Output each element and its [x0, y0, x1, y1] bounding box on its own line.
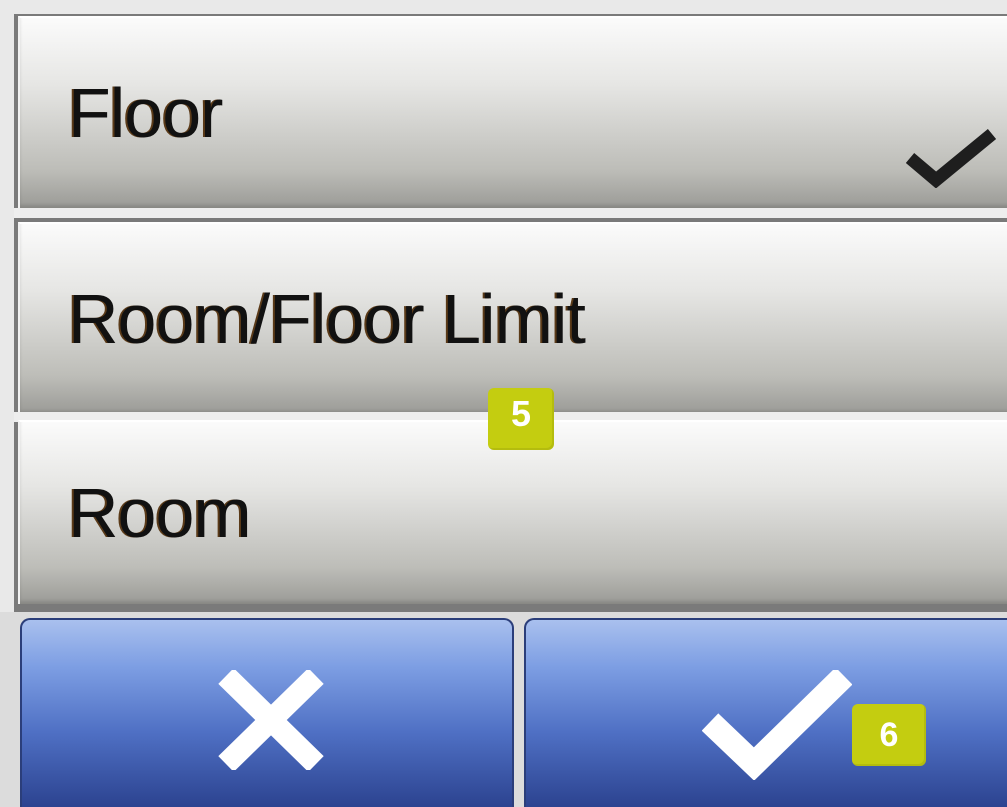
frame-top	[0, 0, 1007, 14]
option-floor[interactable]: Floor	[18, 16, 1007, 208]
confirm-button[interactable]	[524, 618, 1007, 807]
option-room-label: Room	[68, 474, 252, 552]
cancel-button[interactable]	[20, 618, 514, 807]
option-floor-label: Floor	[68, 74, 223, 152]
option-room-floor-limit[interactable]: Room/Floor Limit	[18, 222, 1007, 414]
check-icon	[906, 128, 996, 188]
step-badge-options: 5	[488, 388, 554, 450]
check-icon	[702, 670, 852, 780]
sensor-mode-screen: Floor Room/Floor Limit Room 5 6	[0, 0, 1007, 807]
option-room-floor-limit-label: Room/Floor Limit	[68, 280, 586, 358]
step-badge-confirm: 6	[852, 704, 926, 766]
divider	[14, 208, 1007, 218]
close-icon	[218, 670, 324, 770]
